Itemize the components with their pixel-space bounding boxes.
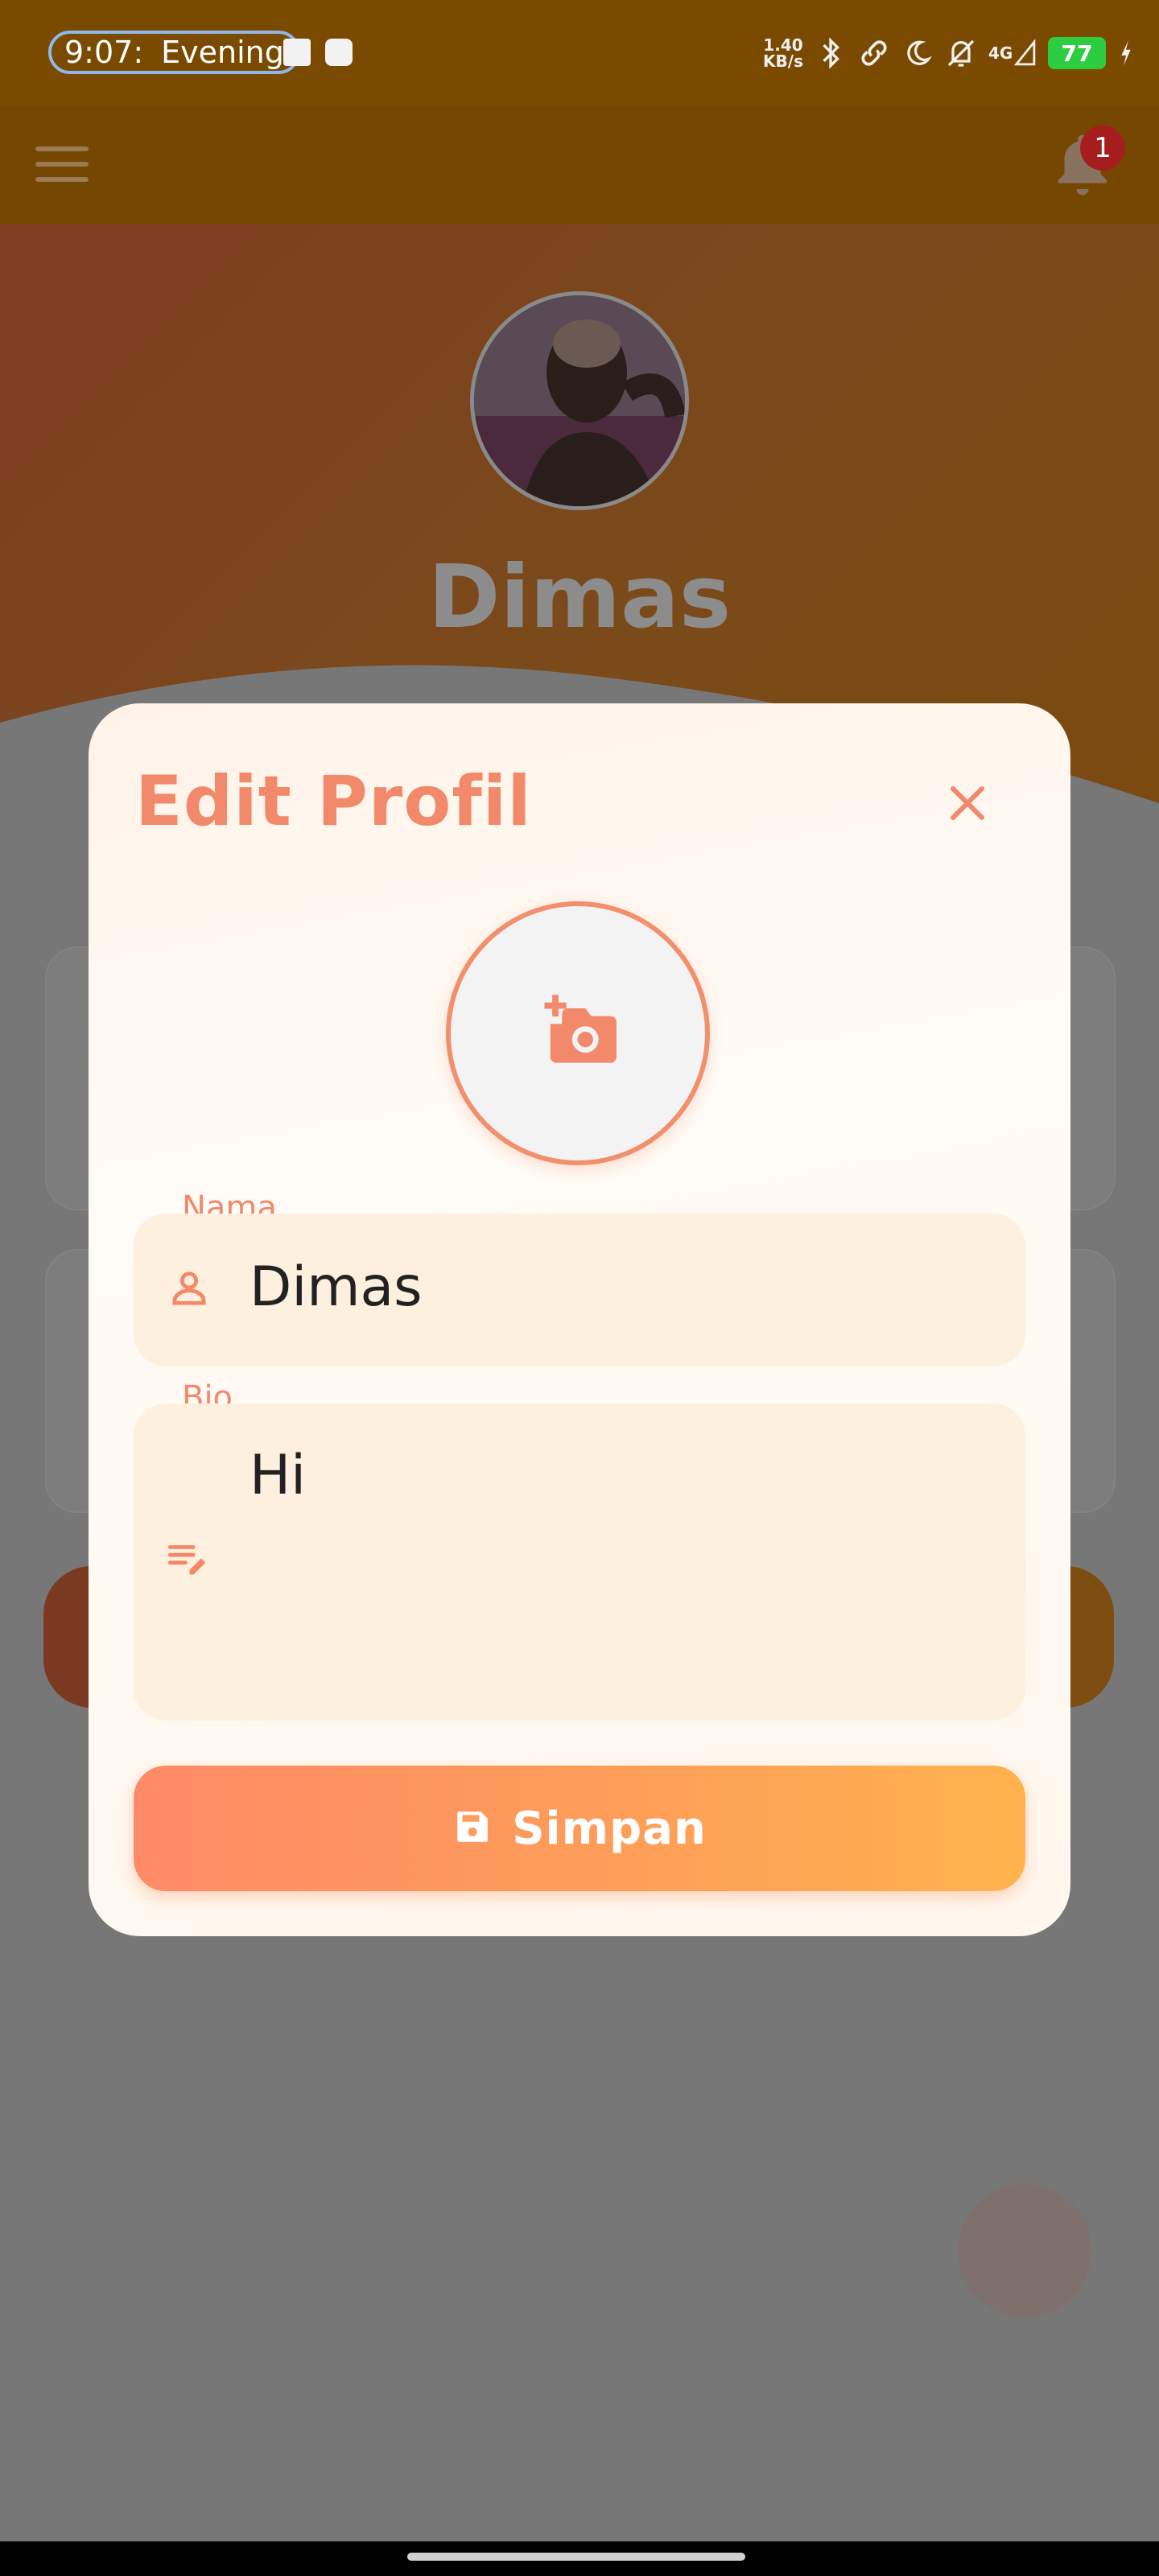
edit-profile-dialog: Edit Profil Nama Dimas Bio Hi Simpan [89, 703, 1070, 1936]
bio-field[interactable]: Hi [134, 1403, 1025, 1721]
add-photo-icon [533, 985, 626, 1078]
person-icon [166, 1265, 212, 1312]
notification-square-icon [325, 39, 353, 66]
hamburger-menu-icon[interactable] [35, 143, 89, 185]
charging-icon [1117, 37, 1135, 69]
edit-note-icon [164, 1535, 211, 1582]
name-field-value[interactable]: Dimas [250, 1255, 423, 1319]
link-icon [858, 37, 890, 69]
photo-picker-button[interactable] [446, 901, 710, 1165]
moon-icon [901, 37, 934, 69]
app-bar [0, 106, 1159, 224]
status-icons: 1.40 KB/s 4G 77 [763, 29, 1135, 77]
profile-name: Dimas [427, 547, 732, 648]
signal-icon: 4G [988, 37, 1037, 69]
name-field[interactable]: Dimas [134, 1214, 1025, 1366]
save-label: Simpan [512, 1802, 707, 1855]
bluetooth-icon [815, 37, 847, 69]
battery-indicator: 77 [1048, 37, 1106, 69]
clock-period: Evening [161, 35, 284, 70]
save-icon [452, 1807, 493, 1850]
dialog-title: Edit Profil [135, 761, 532, 842]
close-icon[interactable] [943, 779, 992, 827]
vibrate-off-icon [945, 37, 977, 69]
floating-action-button[interactable] [958, 2184, 1091, 2318]
net-speed: 1.40 KB/s [763, 35, 803, 71]
home-gesture-handle[interactable] [407, 2553, 745, 2561]
save-button[interactable]: Simpan [134, 1766, 1025, 1891]
notification-badge: 1 [1080, 126, 1125, 171]
bio-field-value[interactable]: Hi [250, 1444, 306, 1507]
clock-pill: 9:07: Evening [48, 31, 300, 74]
profile-avatar[interactable] [470, 291, 689, 510]
notification-square-icon [283, 39, 311, 66]
clock-time: 9:07: [64, 35, 144, 70]
